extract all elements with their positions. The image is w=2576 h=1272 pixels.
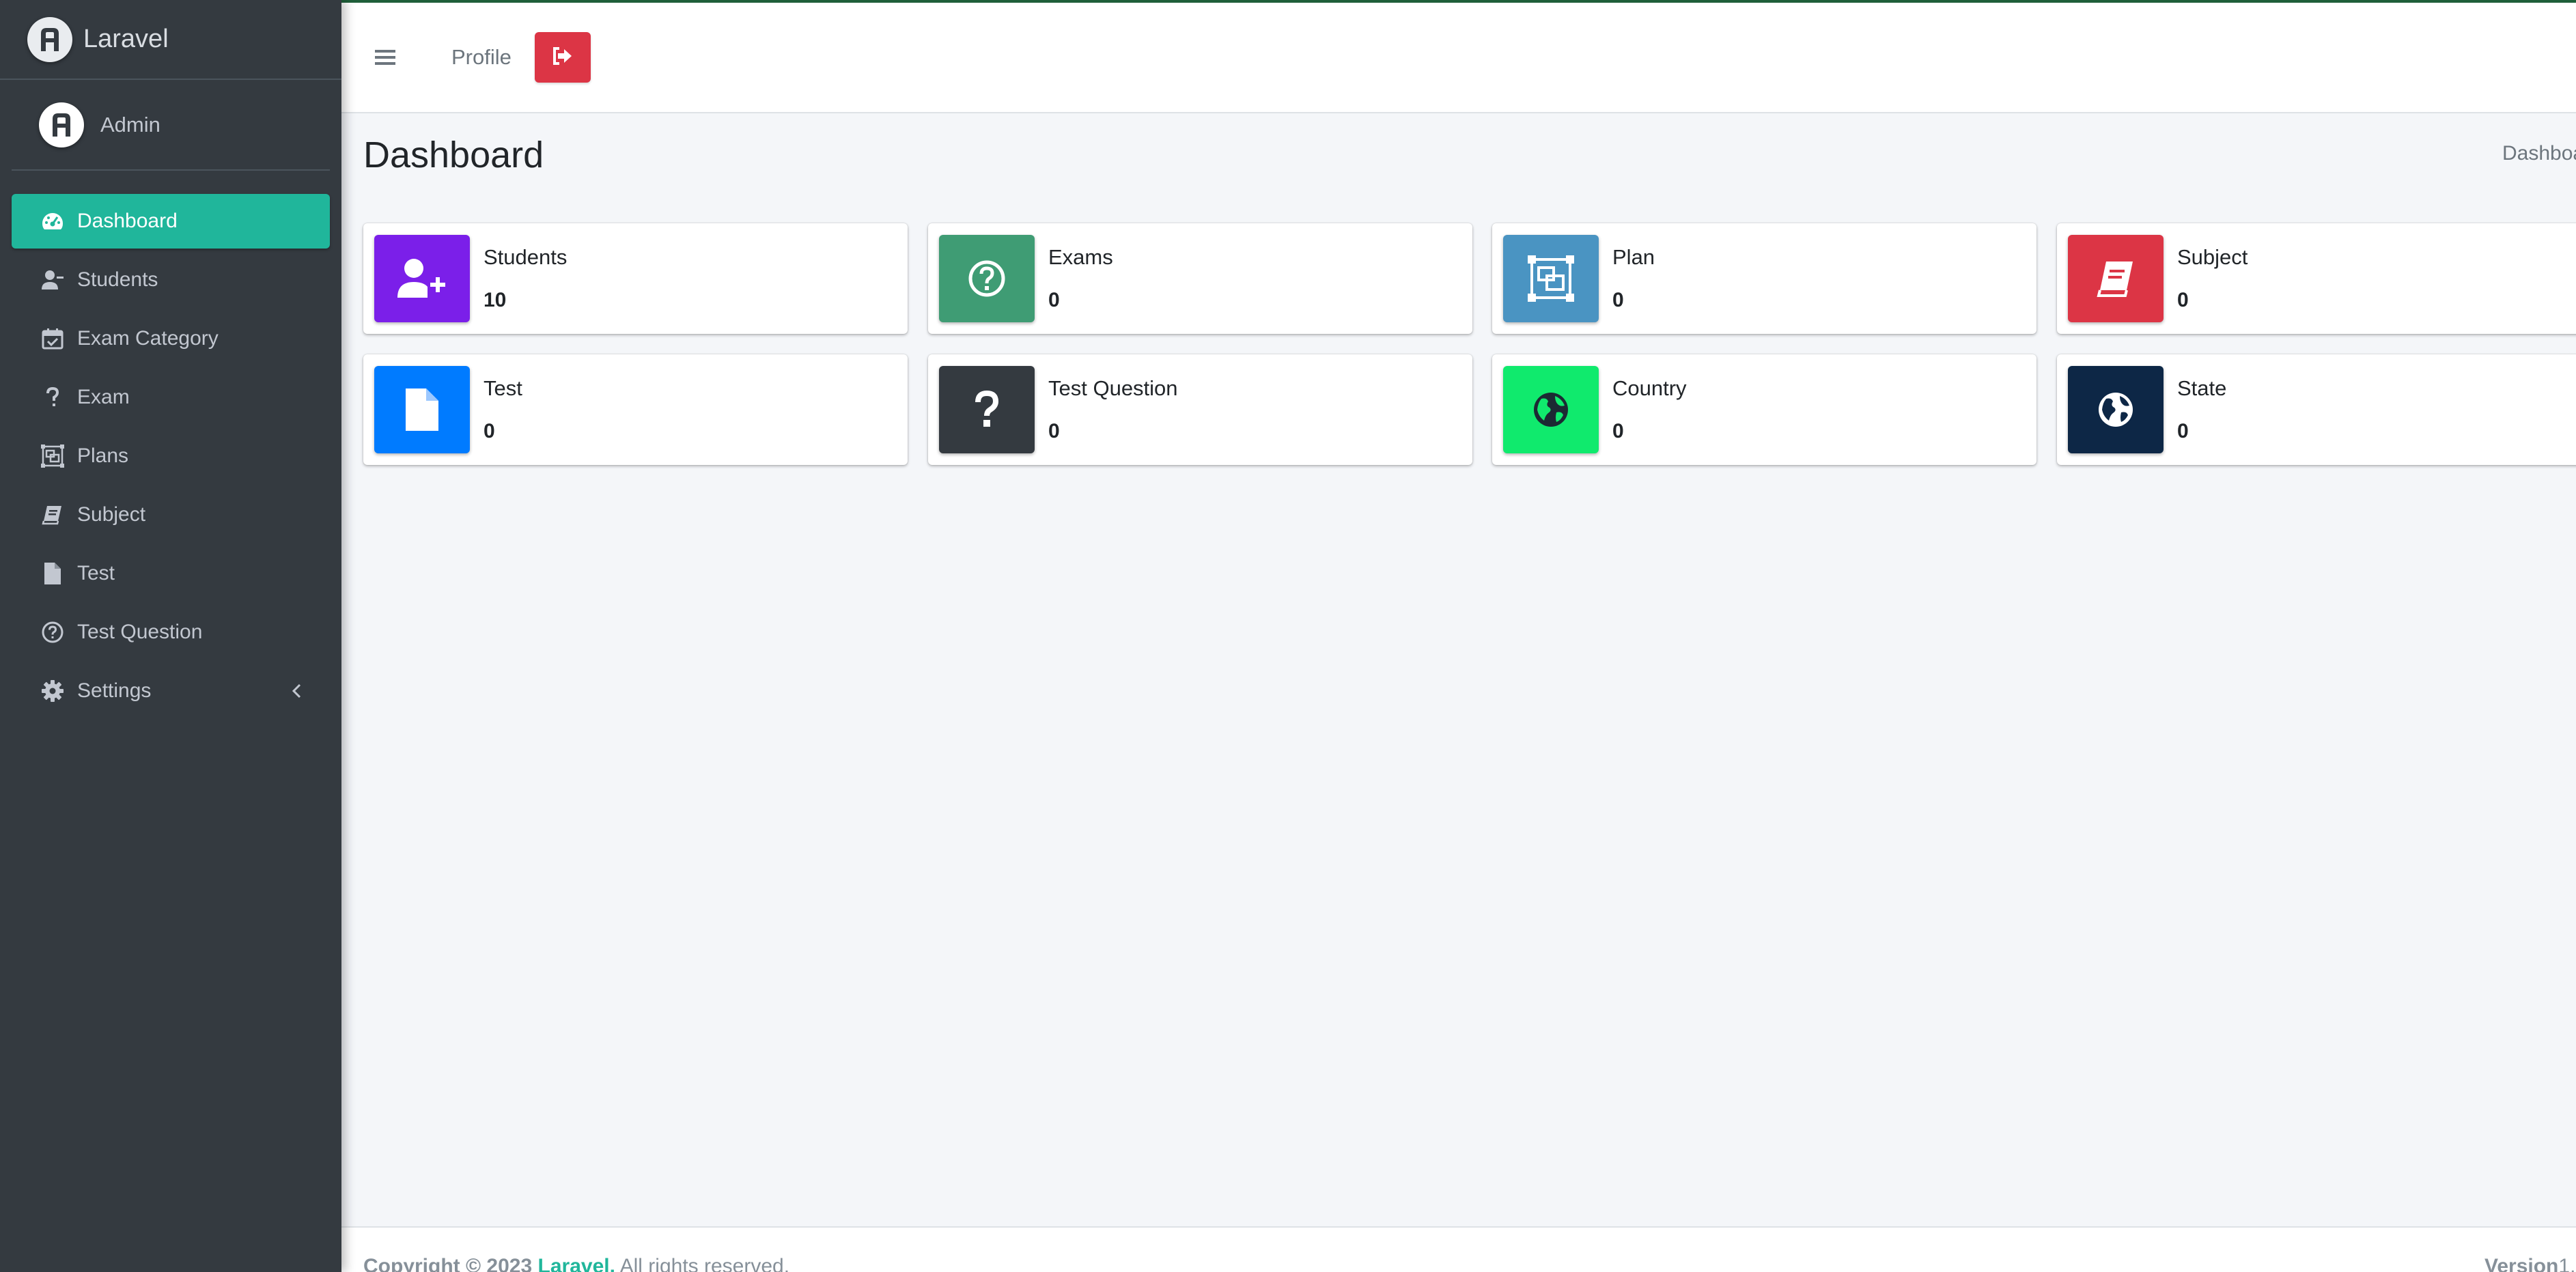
question-circle-icon <box>39 619 66 646</box>
info-box-students[interactable]: Students 10 <box>363 223 908 334</box>
globe-icon <box>1503 366 1599 453</box>
info-box-value: 0 <box>1612 420 1624 442</box>
sidebar-item-label: Exam Category <box>77 327 219 350</box>
sidebar-item-label: Settings <box>77 679 152 702</box>
sidebar-item-label: Exam <box>77 386 130 408</box>
sidebar-item-label: Test Question <box>77 621 203 643</box>
sidebar-item-students[interactable]: Students <box>12 253 330 307</box>
question-mark-icon <box>39 384 66 411</box>
user-plus-icon <box>374 235 470 322</box>
question-mark-icon <box>939 366 1035 453</box>
info-box-label: Exams <box>1048 245 1113 269</box>
sidebar-item-label: Subject <box>77 503 146 526</box>
sidebar-item-label: Test <box>77 562 115 584</box>
breadcrumb[interactable]: Dashboard <box>2502 142 2576 165</box>
info-box-value: 0 <box>484 420 495 442</box>
question-circle-icon <box>939 235 1035 322</box>
gear-icon <box>39 677 66 705</box>
sidebar-item-test-question[interactable]: Test Question <box>12 605 330 660</box>
brand-link[interactable]: Laravel <box>0 0 341 80</box>
book-icon <box>2068 235 2164 322</box>
file-icon <box>374 366 470 453</box>
version-label: Version <box>2484 1255 2559 1272</box>
info-box-plan[interactable]: Plan 0 <box>1492 223 2036 334</box>
globe-icon <box>2068 366 2164 453</box>
info-box-label: State <box>2177 376 2227 400</box>
sidebar-item-plans[interactable]: Plans <box>12 429 330 483</box>
info-box-label: Test Question <box>1048 376 1178 400</box>
info-box-state[interactable]: State 0 <box>2057 354 2576 465</box>
calendar-check-icon <box>39 325 66 352</box>
copyright-suffix: All rights reserved. <box>619 1255 790 1272</box>
avatar <box>39 102 84 147</box>
sidebar-item-exam[interactable]: Exam <box>12 370 330 425</box>
info-box-test-question[interactable]: Test Question 0 <box>928 354 1472 465</box>
chevron-left-icon <box>285 679 309 703</box>
sidebar-item-label: Plans <box>77 444 129 467</box>
info-box-value: 0 <box>1048 420 1060 442</box>
info-box-label: Country <box>1612 376 1687 400</box>
brand-logo-icon <box>27 16 72 62</box>
tachometer-icon <box>39 208 66 235</box>
sidebar-item-dashboard[interactable]: Dashboard <box>12 194 330 249</box>
brand-text: Laravel <box>83 25 169 53</box>
info-box-value: 10 <box>484 289 507 311</box>
info-box-label: Test <box>484 376 522 400</box>
info-box-subject[interactable]: Subject 0 <box>2057 223 2576 334</box>
page-title: Dashboard <box>363 135 544 175</box>
footer: Copyright © 2023 Laravel. All rights res… <box>341 1226 2576 1272</box>
sidebar-item-subject[interactable]: Subject <box>12 487 330 542</box>
user-name: Admin <box>100 112 160 137</box>
info-box-test[interactable]: Test 0 <box>363 354 908 465</box>
sidebar: Laravel Admin Dashboard Students Exam Ca… <box>0 0 341 1272</box>
info-box-value: 0 <box>1612 289 1624 311</box>
version-number: 1.0 <box>2558 1255 2576 1272</box>
sidebar-item-test[interactable]: Test <box>12 546 330 601</box>
info-box-label: Subject <box>2177 245 2248 269</box>
top-navbar: Profile <box>341 3 2576 113</box>
profile-link[interactable]: Profile <box>451 45 512 70</box>
sign-out-icon <box>552 46 574 69</box>
logout-button[interactable] <box>534 32 591 83</box>
book-icon <box>39 501 66 528</box>
sidebar-item-exam-category[interactable]: Exam Category <box>12 311 330 366</box>
info-box-country[interactable]: Country 0 <box>1492 354 2036 465</box>
info-box-label: Students <box>484 245 568 269</box>
copyright-text: Copyright © 2023 Laravel. All rights res… <box>363 1255 789 1272</box>
hamburger-menu-icon[interactable] <box>370 42 400 72</box>
info-box-exams[interactable]: Exams 0 <box>928 223 1472 334</box>
user-panel[interactable]: Admin <box>12 80 330 171</box>
sidebar-item-label: Students <box>77 268 158 291</box>
sidebar-item-settings[interactable]: Settings <box>12 664 330 718</box>
sidebar-nav: Dashboard Students Exam Category Exam Pl… <box>0 171 341 718</box>
file-icon <box>39 560 66 587</box>
info-box-value: 0 <box>1048 289 1060 311</box>
version-text: Version1.0 <box>2484 1255 2576 1272</box>
sidebar-item-label: Dashboard <box>77 210 178 232</box>
info-box-value: 0 <box>2177 289 2189 311</box>
info-box-value: 0 <box>2177 420 2189 442</box>
object-group-icon <box>1503 235 1599 322</box>
copyright-prefix: Copyright © 2023 <box>363 1255 533 1272</box>
user-icon <box>39 266 66 294</box>
info-box-label: Plan <box>1612 245 1655 269</box>
object-group-icon <box>39 442 66 470</box>
copyright-link[interactable]: Laravel. <box>538 1255 615 1272</box>
